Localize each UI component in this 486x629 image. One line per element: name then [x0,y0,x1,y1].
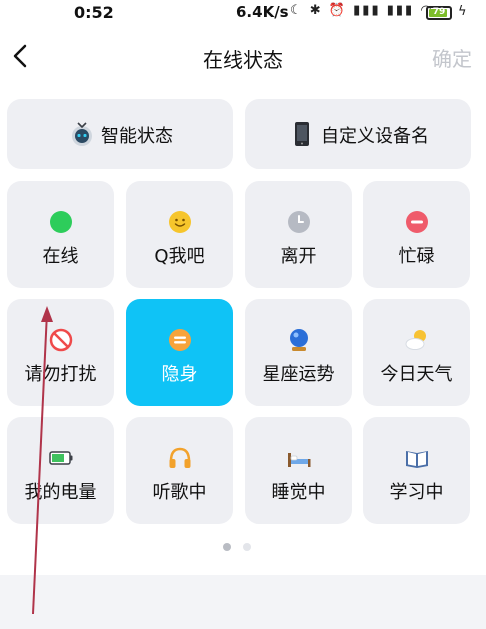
status-tile-my-battery[interactable]: 我的电量 [7,417,114,524]
status-tile-label: 隐身 [161,364,198,385]
battery-icon: 79 [426,6,452,20]
network-speed: 6.4K/s [236,3,289,21]
invisible-icon [169,329,191,351]
status-tile-horoscope[interactable]: 星座运势 [245,299,352,406]
clock-icon [288,211,310,233]
status-tile-label: 在线 [42,246,79,267]
headphones-icon [169,447,191,468]
battery-icon [49,451,73,465]
robot-icon [72,122,92,146]
bottom-panel [0,575,486,629]
status-tile-do-not-disturb[interactable]: 请勿打扰 [7,299,114,406]
book-icon [406,451,428,468]
status-tile-label: 学习中 [389,482,444,503]
no-entry-icon [49,328,73,352]
smiley-icon [169,211,191,233]
status-tile-studying[interactable]: 学习中 [363,417,470,524]
status-tile-label: 听歌中 [152,482,207,503]
status-tile-label: 睡觉中 [271,482,326,503]
status-tile-label: 请勿打扰 [24,364,97,385]
status-tile-listening[interactable]: 听歌中 [126,417,233,524]
status-tile-invisible[interactable]: 隐身 [126,299,233,406]
online-dot-icon [50,211,72,233]
status-bar: 0:52 6.4K/s ☾ ✱ ⏰ ▮▮▮ ▮▮▮ ◠ 79 ϟ [0,0,486,26]
status-time: 0:52 [74,3,114,22]
status-tile-label: 忙碌 [398,246,435,267]
status-tile-online[interactable]: 在线 [7,181,114,288]
charging-icon: ϟ [458,4,467,19]
weather-icon [405,330,426,350]
confirm-button[interactable]: 确定 [432,43,472,72]
busy-icon [406,211,428,233]
smart-status-tile[interactable]: 智能状态 [7,99,233,169]
header: 在线状态 确定 [0,34,486,78]
status-tile-weather[interactable]: 今日天气 [363,299,470,406]
pager-dot-active[interactable] [223,543,231,551]
smart-status-label: 智能状态 [101,126,173,147]
status-tile-busy[interactable]: 忙碌 [363,181,470,288]
status-tile-label: Q我吧 [154,246,205,267]
phone-icon [295,122,309,146]
bed-icon [288,453,311,467]
pager-dot[interactable] [243,543,251,551]
status-icons: ☾ ✱ ⏰ ▮▮▮ ▮▮▮ ◠ [290,3,434,18]
status-tile-label: 星座运势 [262,364,335,385]
status-tile-away[interactable]: 离开 [245,181,352,288]
page-title: 在线状态 [203,48,283,72]
crystal-ball-icon [290,329,308,351]
status-tile-q-me[interactable]: Q我吧 [126,181,233,288]
battery-level: 79 [432,7,446,17]
custom-device-name-label: 自定义设备名 [321,126,429,147]
status-tile-label: 离开 [280,246,317,267]
custom-device-name-tile[interactable]: 自定义设备名 [245,99,471,169]
status-tile-sleeping[interactable]: 睡觉中 [245,417,352,524]
status-tile-label: 今日天气 [380,364,453,385]
status-tile-label: 我的电量 [24,482,97,503]
